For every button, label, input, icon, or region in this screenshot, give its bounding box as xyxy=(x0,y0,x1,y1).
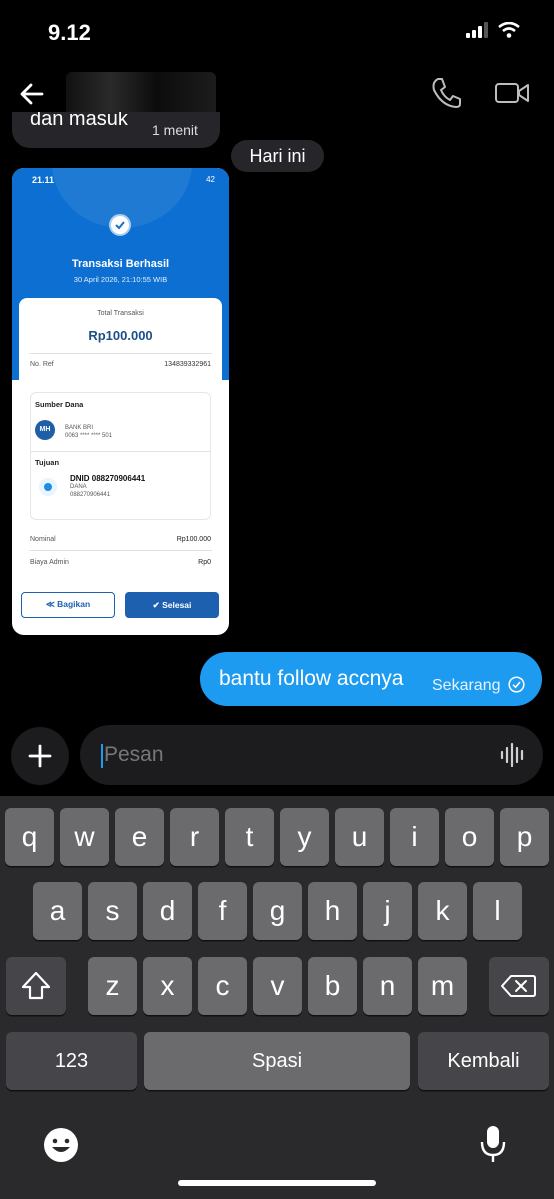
receipt-status-time: 21.11 xyxy=(32,175,55,185)
destination-name: DNID 088270906441 xyxy=(70,474,146,483)
phone-icon[interactable] xyxy=(430,76,462,110)
message-placeholder: Pesan xyxy=(104,743,164,766)
home-indicator[interactable] xyxy=(178,1180,376,1186)
receipt-share-label: Bagikan xyxy=(57,599,91,609)
nominal-label: Nominal xyxy=(30,536,56,543)
source-title: Sumber Dana xyxy=(35,400,84,409)
status-bar: 9.12 xyxy=(0,0,554,62)
key-f[interactable]: f xyxy=(198,882,247,940)
key-h[interactable]: h xyxy=(308,882,357,940)
key-k[interactable]: k xyxy=(418,882,467,940)
key-x[interactable]: x xyxy=(143,957,192,1015)
return-key[interactable]: Kembali xyxy=(418,1032,549,1090)
plus-icon xyxy=(28,744,52,768)
back-arrow-icon[interactable] xyxy=(14,76,50,112)
receipt-share-button: ≪ Bagikan xyxy=(21,592,115,618)
key-y[interactable]: y xyxy=(280,808,329,866)
key-a[interactable]: a xyxy=(33,882,82,940)
source-avatar: MH xyxy=(35,420,55,440)
nominal-value: Rp100.000 xyxy=(176,536,211,543)
source-bank: BANK BRI xyxy=(65,425,94,431)
add-attachment-button[interactable] xyxy=(11,727,69,785)
source-account: 0063 **** **** 501 xyxy=(65,433,113,439)
backspace-icon xyxy=(501,975,536,997)
key-n[interactable]: n xyxy=(363,957,412,1015)
receipt-card: Total Transaksi Rp100.000 No. Ref 134839… xyxy=(19,298,222,576)
text-caret xyxy=(101,744,103,768)
transfer-details-box: Sumber Dana xyxy=(30,392,211,520)
incoming-message-time: 1 menit xyxy=(152,122,198,138)
receipt-divider xyxy=(29,550,212,551)
key-s[interactable]: s xyxy=(88,882,137,940)
incoming-message-text: dan masuk xyxy=(30,112,128,130)
key-m[interactable]: m xyxy=(418,957,467,1015)
key-g[interactable]: g xyxy=(253,882,302,940)
outgoing-message-text: bantu follow accnya xyxy=(219,667,404,690)
ref-label: No. Ref xyxy=(30,361,54,368)
total-label: Total Transaksi xyxy=(97,310,144,317)
microphone-icon[interactable] xyxy=(480,1124,506,1164)
key-p[interactable]: p xyxy=(500,808,549,866)
incoming-message-bubble[interactable]: dan masuk 1 menit xyxy=(12,112,220,148)
date-divider: Hari ini xyxy=(231,140,324,172)
key-j[interactable]: j xyxy=(363,882,412,940)
receipt-divider xyxy=(29,353,212,354)
key-r[interactable]: r xyxy=(170,808,219,866)
key-e[interactable]: e xyxy=(115,808,164,866)
receipt-battery: 42 xyxy=(206,175,215,184)
dana-logo-icon xyxy=(39,478,57,496)
destination-account: 088270906441 xyxy=(70,492,111,498)
key-u[interactable]: u xyxy=(335,808,384,866)
receipt-image-message[interactable]: 21.11 42 Transaksi Berhasil 30 April 202… xyxy=(12,168,229,635)
destination-title: Tujuan xyxy=(35,458,60,467)
key-q[interactable]: q xyxy=(5,808,54,866)
key-l[interactable]: l xyxy=(473,882,522,940)
key-z[interactable]: z xyxy=(88,957,137,1015)
shift-key[interactable] xyxy=(6,957,66,1015)
total-value: Rp100.000 xyxy=(88,328,153,343)
key-c[interactable]: c xyxy=(198,957,247,1015)
admin-fee-value: Rp0 xyxy=(198,559,211,566)
receipt-done-button: ✔ Selesai xyxy=(125,592,219,618)
success-check-icon xyxy=(109,214,131,236)
signal-icon xyxy=(466,22,488,38)
key-t[interactable]: t xyxy=(225,808,274,866)
key-i[interactable]: i xyxy=(390,808,439,866)
receipt-done-label: Selesai xyxy=(162,600,192,610)
voice-message-icon[interactable] xyxy=(499,741,527,769)
video-call-icon[interactable] xyxy=(494,76,530,110)
destination-provider: DANA xyxy=(70,484,87,490)
status-icons xyxy=(466,22,520,38)
numbers-key[interactable]: 123 xyxy=(6,1032,137,1090)
wifi-icon xyxy=(498,22,520,38)
emoji-icon[interactable] xyxy=(42,1126,80,1164)
outgoing-message-bubble[interactable]: bantu follow accnya Sekarang xyxy=(200,652,542,706)
key-b[interactable]: b xyxy=(308,957,357,1015)
key-w[interactable]: w xyxy=(60,808,109,866)
key-d[interactable]: d xyxy=(143,882,192,940)
ref-value: 134839332961 xyxy=(164,361,211,368)
key-v[interactable]: v xyxy=(253,957,302,1015)
receipt-divider xyxy=(31,451,210,452)
shift-icon xyxy=(21,971,51,1000)
admin-fee-label: Biaya Admin xyxy=(30,559,69,566)
receipt-title: Transaksi Berhasil xyxy=(71,258,170,270)
space-key[interactable]: Spasi xyxy=(144,1032,410,1090)
key-o[interactable]: o xyxy=(445,808,494,866)
sent-check-icon xyxy=(508,676,525,693)
receipt-date: 30 April 2026, 21:10:55 WIB xyxy=(73,275,168,284)
status-time: 9.12 xyxy=(48,20,91,45)
outgoing-message-time: Sekarang xyxy=(432,677,501,694)
backspace-key[interactable] xyxy=(489,957,549,1015)
